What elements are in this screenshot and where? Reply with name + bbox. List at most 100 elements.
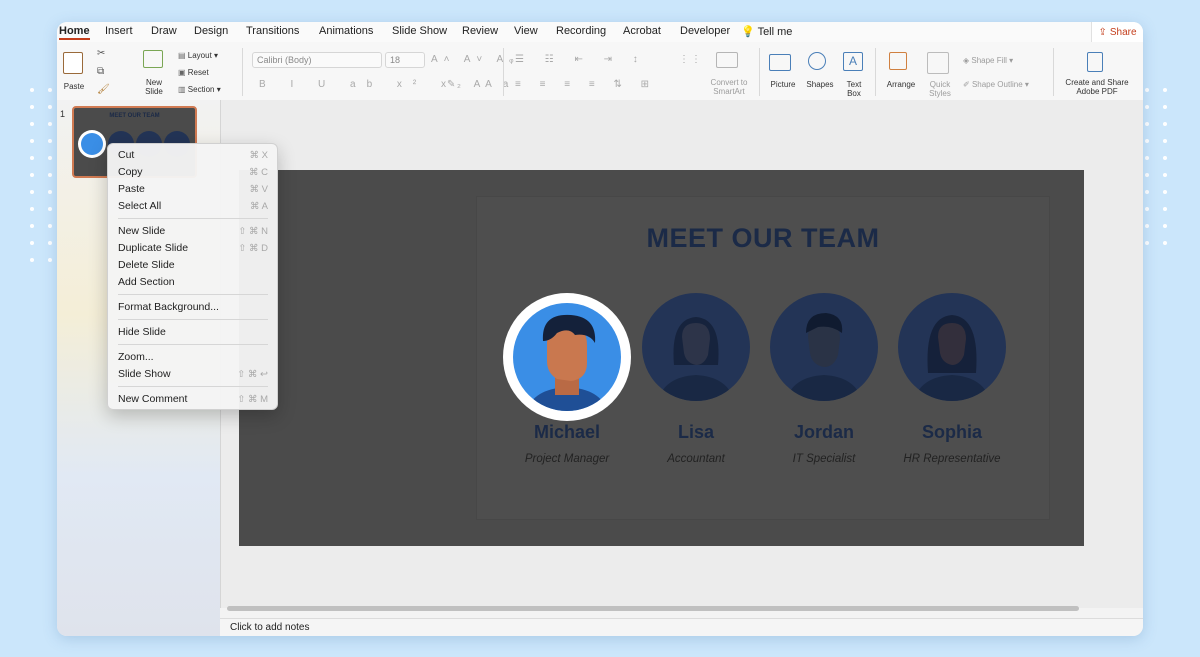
font-size-field[interactable]: 18 (385, 52, 425, 68)
menu-separator (118, 218, 268, 219)
ribbon-divider (503, 48, 504, 96)
picture-icon (769, 54, 791, 71)
layout-icon: ▤ (178, 51, 188, 60)
tab-design[interactable]: Design (194, 25, 228, 37)
shape-outline-button[interactable]: ✐ Shape Outline ▾ (963, 80, 1029, 89)
avatar-frame-michael (503, 293, 631, 421)
new-slide-button[interactable]: New Slide (139, 50, 169, 98)
tab-draw[interactable]: Draw (151, 25, 177, 37)
arrange-button[interactable]: Arrange (881, 50, 921, 98)
font-name-field[interactable]: Calibri (Body) (252, 52, 382, 68)
ribbon-divider (759, 48, 760, 96)
ribbon-divider (242, 48, 243, 96)
menu-item-zoom[interactable]: Zoom... (118, 349, 268, 365)
member-name[interactable]: Sophia (888, 422, 1016, 443)
pdf-share-icon (1087, 52, 1103, 72)
create-share-pdf-button[interactable]: Create and Share Adobe PDF (1059, 50, 1135, 98)
tab-insert[interactable]: Insert (105, 25, 133, 37)
share-icon: ⇪ (1098, 26, 1107, 38)
menu-item-hide-slide[interactable]: Hide Slide (118, 324, 268, 340)
arrange-icon (889, 52, 907, 70)
quick-styles-button[interactable]: Quick Styles (921, 50, 959, 98)
slide-title[interactable]: MEET OUR TEAM (477, 223, 1049, 254)
section-button[interactable]: ▥ Section ▾ (178, 85, 221, 94)
ribbon-divider (875, 48, 876, 96)
notes-pane[interactable]: Click to add notes (220, 618, 1143, 636)
paste-button[interactable]: Paste (61, 48, 87, 94)
menu-item-delete-slide[interactable]: Delete Slide (118, 257, 268, 273)
member-role[interactable]: HR Representative (872, 453, 1032, 465)
menu-separator (118, 344, 268, 345)
avatar-sophia[interactable] (898, 293, 1006, 401)
menu-item-duplicate-slide[interactable]: Duplicate Slide ⇧ ⌘ D (118, 240, 268, 256)
ribbon-tabs: Home Insert Draw Design Transitions Anim… (57, 22, 1143, 42)
shapes-icon (808, 52, 826, 70)
tab-home[interactable]: Home (59, 25, 90, 40)
tab-recording[interactable]: Recording (556, 25, 606, 37)
horizontal-scrollbar[interactable] (227, 606, 1079, 611)
tab-slide-show[interactable]: Slide Show (392, 25, 447, 37)
menu-separator (118, 319, 268, 320)
share-button[interactable]: ⇪ Share (1091, 22, 1143, 42)
avatar-lisa[interactable] (642, 293, 750, 401)
ribbon-divider (1053, 48, 1054, 96)
menu-item-new-slide[interactable]: New Slide ⇧ ⌘ N (118, 223, 268, 239)
copy-icon[interactable]: ⧉ (97, 66, 104, 77)
menu-item-new-comment[interactable]: New Comment ⇧ ⌘ M (118, 391, 268, 407)
lightbulb-icon: 💡 (741, 26, 755, 38)
menu-item-select-all[interactable]: Select All ⌘ A (118, 198, 268, 214)
text-box-icon: A (843, 52, 863, 71)
smartart-icon (716, 52, 738, 68)
decorative-dots-right (1145, 88, 1169, 245)
tab-transitions[interactable]: Transitions (246, 25, 299, 37)
tab-developer[interactable]: Developer (680, 25, 730, 37)
tab-review[interactable]: Review (462, 25, 498, 37)
cut-icon[interactable]: ✂ (97, 48, 105, 59)
menu-item-format-background[interactable]: Format Background... (118, 299, 268, 315)
reset-icon: ▣ (178, 68, 188, 77)
list-controls[interactable]: ☰ ☷ ⇤ ⇥ ↕ (515, 54, 647, 65)
picture-button[interactable]: Picture (765, 50, 801, 98)
tab-animations[interactable]: Animations (319, 25, 373, 37)
member-name[interactable]: Lisa (632, 422, 760, 443)
thumbnail-title: MEET OUR TEAM (109, 113, 160, 119)
menu-item-copy[interactable]: Copy ⌘ C (118, 164, 268, 180)
menu-item-add-section[interactable]: Add Section (118, 274, 268, 290)
menu-item-slide-show[interactable]: Slide Show ⇧ ⌘ ↩ (118, 366, 268, 382)
shapes-button[interactable]: Shapes (802, 50, 838, 98)
section-icon: ▥ (178, 85, 188, 94)
person-icon (527, 314, 607, 411)
reset-button[interactable]: ▣ Reset (178, 68, 209, 77)
format-painter-icon[interactable]: 🖌 (97, 84, 110, 95)
person-icon (658, 317, 734, 401)
tab-acrobat[interactable]: Acrobat (623, 25, 661, 37)
context-menu: Cut ⌘ X Copy ⌘ C Paste ⌘ V Select All ⌘ A Ne… (107, 143, 278, 410)
avatar-michael[interactable] (513, 303, 621, 411)
alignment-controls[interactable]: ≡ ≡ ≡ ≡ ⇅ ⊞ (515, 79, 657, 90)
convert-smartart-button[interactable]: Convert to SmartArt (700, 50, 758, 98)
thumbnail-avatar (78, 130, 106, 158)
avatar-jordan[interactable] (770, 293, 878, 401)
menu-separator (118, 386, 268, 387)
font-color-controls[interactable]: ✎ A (447, 79, 488, 90)
person-icon (786, 313, 862, 401)
clipboard-icon (63, 52, 83, 74)
slide-number: 1 (60, 109, 66, 119)
menu-item-cut[interactable]: Cut ⌘ X (118, 147, 268, 163)
layout-button[interactable]: ▤ Layout ▾ (178, 51, 218, 60)
new-slide-icon (143, 50, 163, 68)
tell-me[interactable]: 💡 Tell me (741, 25, 792, 38)
member-name[interactable]: Jordan (760, 422, 888, 443)
menu-item-paste[interactable]: Paste ⌘ V (118, 181, 268, 197)
shape-fill-button[interactable]: ◈ Shape Fill ▾ (963, 56, 1013, 65)
tab-view[interactable]: View (514, 25, 538, 37)
text-box-button[interactable]: A Text Box (839, 50, 869, 98)
member-name[interactable]: Michael (503, 422, 631, 443)
font-size-controls[interactable]: A˄ A˅ Aᵩ (431, 54, 520, 65)
slide-content-area: MEET OUR TEAM Michael Lisa Jordan Sophia… (477, 197, 1049, 519)
quick-styles-icon (927, 52, 949, 74)
menu-separator (118, 294, 268, 295)
pen-icon: ✐ (963, 80, 972, 89)
slide[interactable]: MEET OUR TEAM Michael Lisa Jordan Sophia… (239, 170, 1084, 546)
person-icon (914, 315, 990, 401)
